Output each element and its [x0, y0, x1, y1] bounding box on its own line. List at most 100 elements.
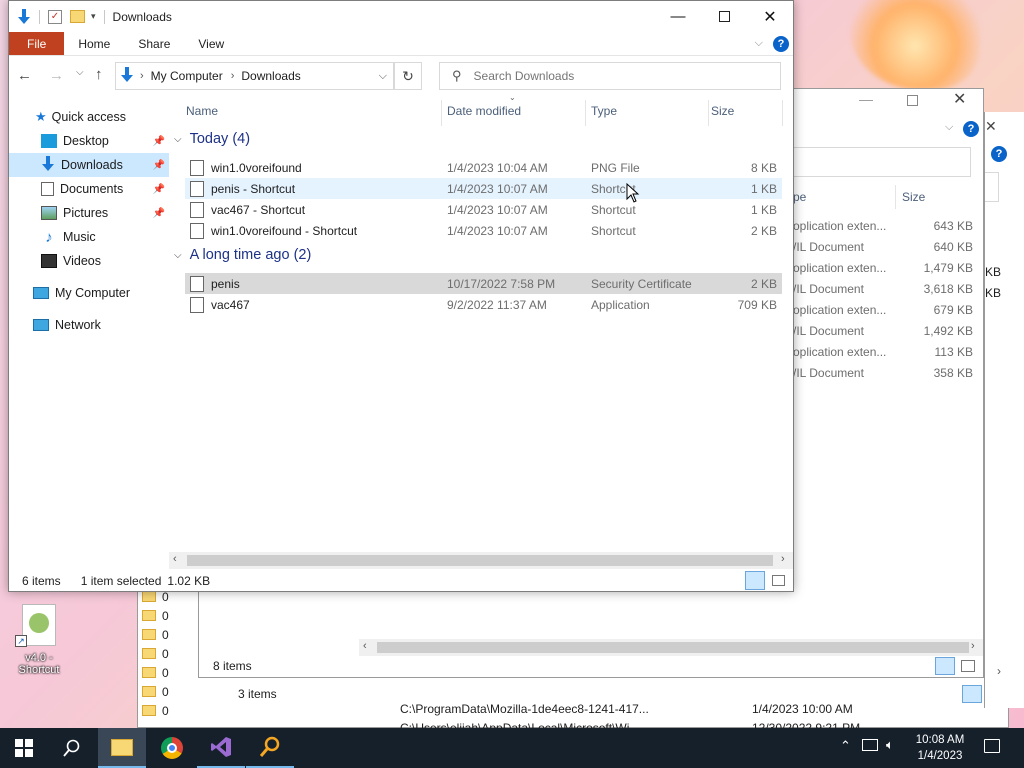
back-list-row[interactable]: /IL Document 358 KB [793, 362, 973, 383]
folder-row[interactable]: 0 [142, 644, 182, 663]
close-button[interactable]: ✕ [747, 1, 793, 32]
details-view-icon[interactable] [962, 685, 982, 703]
column-size[interactable]: Size [711, 100, 734, 122]
search-input[interactable] [473, 69, 754, 83]
search-taskbar-button[interactable] [48, 728, 96, 768]
file-row[interactable]: penis - Shortcut 1/4/2023 10:07 AM Shortcu… [185, 178, 782, 199]
nav-documents[interactable]: Documents 📌 [9, 177, 169, 201]
address-bar[interactable]: › My Computer › Downloads ⌵ [115, 62, 394, 90]
nav-my-computer[interactable]: My Computer [9, 281, 169, 305]
back-list-row[interactable]: /IL Document 1,492 KB [793, 320, 973, 341]
chevron-down-icon[interactable]: ⌵ [945, 121, 953, 134]
new-folder-icon[interactable] [70, 10, 85, 23]
back-button[interactable]: ← [17, 67, 32, 84]
quick-access-dropdown-icon[interactable]: ▾ [91, 11, 96, 22]
explorer-window-downloads[interactable]: ✓ ▾ Downloads — ✕ File Home Share View ⌵… [8, 0, 794, 592]
nav-videos[interactable]: Videos [9, 249, 169, 273]
help-icon[interactable]: ? [963, 121, 979, 137]
scroll-right-icon[interactable]: › [997, 664, 1001, 678]
nav-network[interactable]: Network [9, 313, 169, 337]
title-bar[interactable]: ✓ ▾ Downloads — ✕ [9, 1, 793, 32]
maximize-button[interactable] [907, 95, 918, 106]
help-icon[interactable]: ? [991, 146, 1007, 162]
folder-row[interactable]: 0 [142, 606, 182, 625]
tab-view[interactable]: View [184, 32, 238, 55]
nav-music[interactable]: ♪ Music [9, 225, 169, 249]
forward-button[interactable]: → [49, 67, 64, 84]
chevron-down-icon[interactable]: ⌵ [174, 134, 182, 145]
horizontal-scrollbar[interactable]: ‹ › [169, 552, 793, 569]
volume-tray-icon[interactable]: 🔈︎ [886, 737, 894, 753]
scroll-left-icon[interactable]: ‹ [173, 553, 177, 565]
refresh-button[interactable]: ↻ [394, 62, 422, 90]
properties-icon[interactable]: ✓ [48, 9, 62, 24]
desktop-shortcut[interactable]: ↗ v4.0 - Shortcut [8, 604, 70, 684]
back-column-size[interactable]: Size [902, 190, 925, 204]
file-row[interactable]: vac467 9/2/2022 11:37 AM Application 709 KB [185, 294, 782, 315]
tab-share[interactable]: Share [124, 32, 184, 55]
nav-desktop[interactable]: Desktop 📌 [9, 129, 169, 153]
minimize-button[interactable]: — [859, 91, 883, 111]
back-list-row[interactable]: oplication exten... 113 KB [793, 341, 973, 362]
pin-icon[interactable]: 📌 [153, 160, 165, 171]
show-hidden-icons-button[interactable]: ⌃ [840, 738, 851, 754]
start-button[interactable] [0, 728, 48, 768]
group-header[interactable]: ⌵ A long time ago (2) [174, 247, 311, 263]
network-tray-icon[interactable] [862, 739, 878, 751]
nav-downloads[interactable]: Downloads 📌 [9, 153, 169, 177]
details-view-button[interactable] [745, 571, 765, 590]
file-row[interactable]: win1.0voreifound - Shortcut 1/4/2023 10:0… [185, 220, 782, 241]
minimize-button[interactable]: — [655, 1, 701, 32]
tab-file[interactable]: File [9, 32, 65, 55]
file-explorer-taskbar-icon[interactable] [98, 728, 146, 768]
horizontal-scrollbar[interactable]: ‹ › [359, 639, 983, 656]
visual-studio-taskbar-icon[interactable] [197, 728, 245, 768]
search-box[interactable]: ⚲ [439, 62, 781, 90]
path-row[interactable]: C:\ProgramData\Mozilla-1de4eec8-1241-417… [400, 699, 1000, 718]
back-list-row[interactable]: oplication exten... 643 KB [793, 215, 973, 236]
column-type[interactable]: Type [591, 100, 617, 122]
help-icon[interactable]: ? [773, 35, 789, 52]
back-list-row[interactable]: oplication exten... 1,479 KB [793, 257, 973, 278]
recent-locations-icon[interactable]: ⌵ [76, 67, 84, 78]
back-list-row[interactable]: /IL Document 640 KB [793, 236, 973, 257]
scroll-right-icon[interactable]: › [781, 553, 785, 565]
back-column-type[interactable]: pe [793, 190, 806, 204]
address-dropdown-icon[interactable]: ⌵ [379, 70, 387, 83]
pin-icon[interactable]: 📌 [153, 208, 165, 219]
large-icons-view-icon[interactable] [961, 660, 975, 672]
chrome-taskbar-icon[interactable] [148, 728, 196, 768]
scrollbar-thumb[interactable] [187, 555, 773, 566]
back-list-row[interactable]: oplication exten... 679 KB [793, 299, 973, 320]
back-list-row[interactable]: /IL Document 3,618 KB [793, 278, 973, 299]
close-icon[interactable]: ✕ [985, 118, 997, 135]
back-explorer-window-3-edge[interactable]: ✕ ? KB KB › [984, 112, 1024, 708]
large-icons-view-button[interactable] [772, 575, 785, 586]
nav-pictures[interactable]: Pictures 📌 [9, 201, 169, 225]
folder-row[interactable]: 0 [142, 701, 182, 720]
chevron-down-icon[interactable]: ⌵ [174, 250, 182, 261]
folder-row[interactable]: 0 [142, 682, 182, 701]
notifications-icon[interactable] [984, 739, 1000, 753]
up-button[interactable]: ↑ [95, 66, 103, 83]
breadcrumb-downloads[interactable]: Downloads [241, 69, 300, 83]
breadcrumb-separator-icon[interactable]: › [231, 70, 235, 82]
pin-icon[interactable]: 📌 [153, 136, 165, 147]
breadcrumb-separator-icon[interactable]: › [140, 70, 144, 82]
nav-quick-access[interactable]: ★ Quick access [9, 105, 169, 129]
folder-row[interactable]: 0 [142, 625, 182, 644]
close-button[interactable]: ✕ [953, 89, 966, 109]
expand-ribbon-icon[interactable]: ⌵ [755, 37, 763, 50]
details-view-icon[interactable] [935, 657, 955, 675]
breadcrumb-my-computer[interactable]: My Computer [151, 69, 223, 83]
group-header[interactable]: ⌵ Today (4) [174, 131, 250, 147]
column-date-modified[interactable]: Date modified [447, 100, 521, 122]
file-row[interactable]: penis 10/17/2022 7:58 PM Security Certific… [185, 273, 782, 294]
clock[interactable]: 10:08 AM 1/4/2023 [910, 732, 970, 764]
pin-icon[interactable]: 📌 [153, 184, 165, 195]
maximize-button[interactable] [701, 1, 747, 32]
folder-row[interactable]: 0 [142, 663, 182, 682]
tab-home[interactable]: Home [64, 32, 124, 55]
column-name[interactable]: Name [186, 100, 218, 122]
file-row[interactable]: vac467 - Shortcut 1/4/2023 10:07 AM Shortc… [185, 199, 782, 220]
